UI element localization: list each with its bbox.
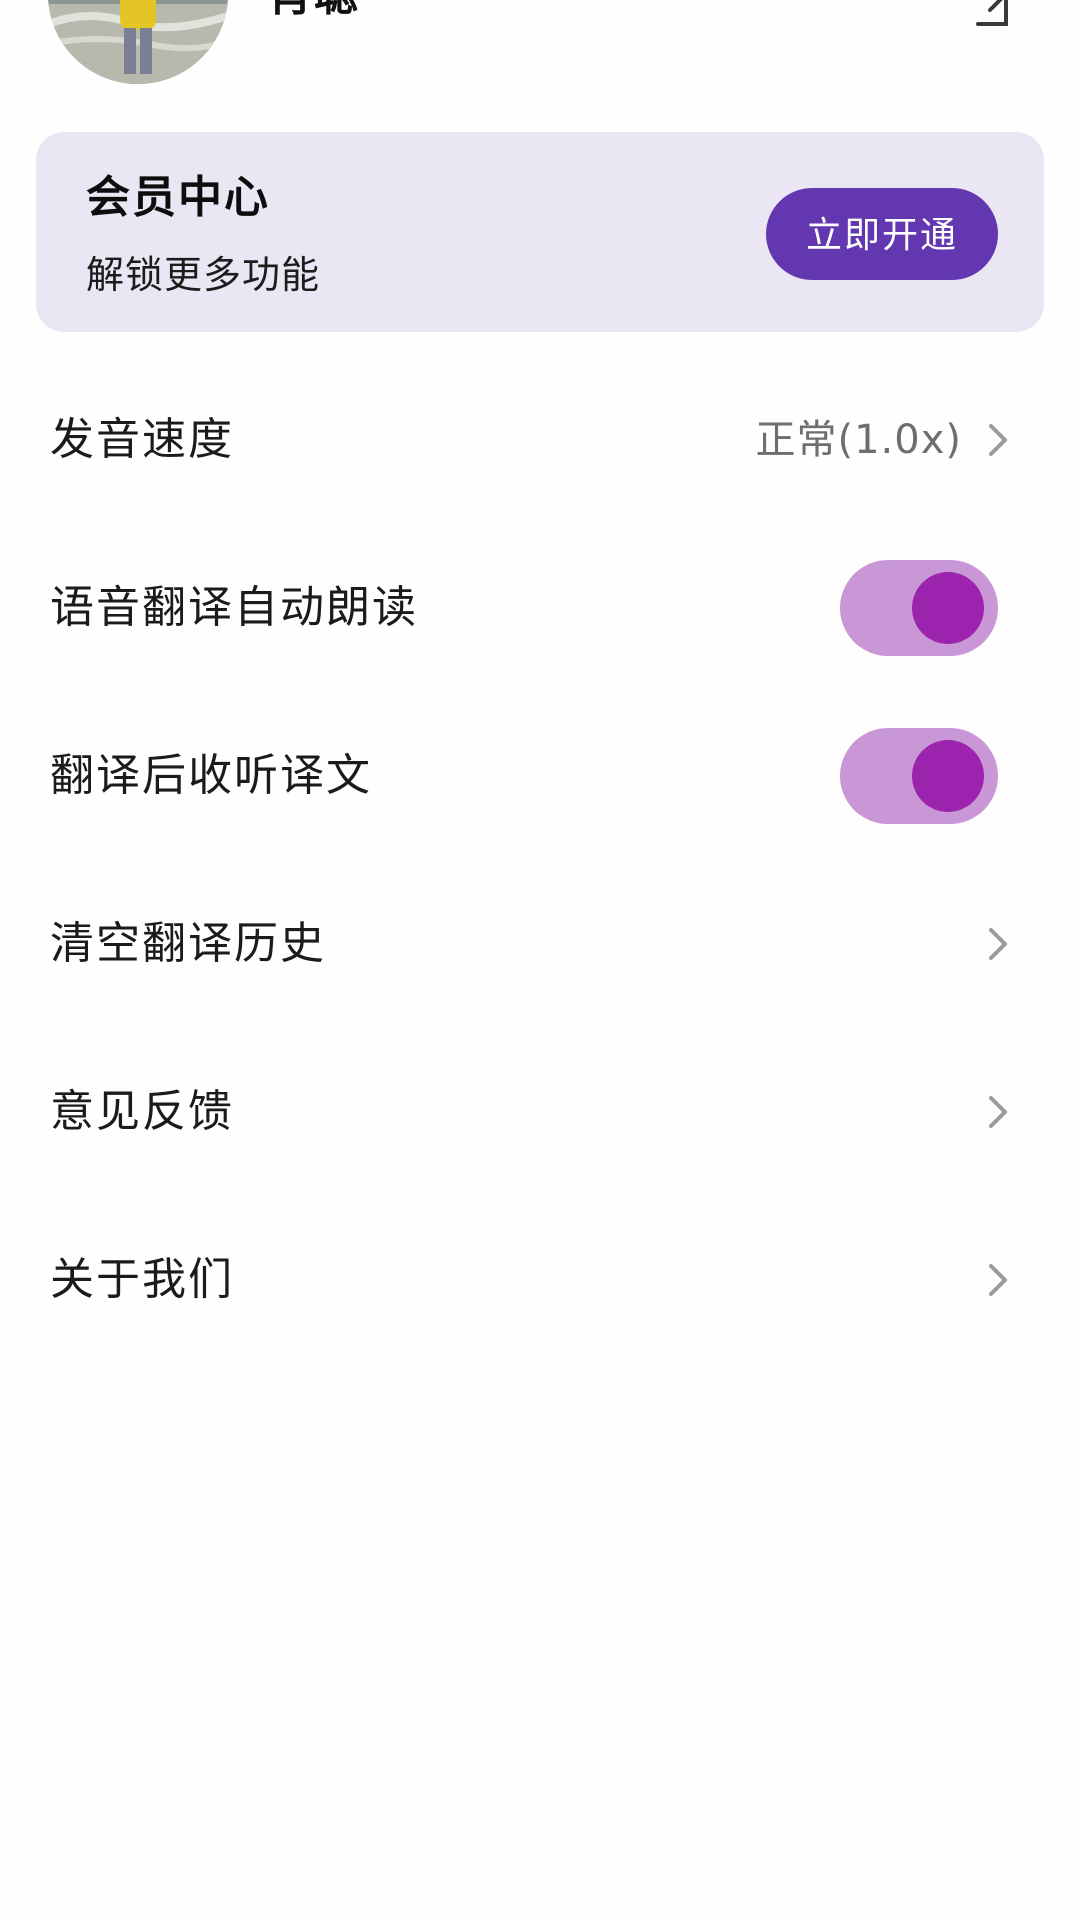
settings-list: 发音速度 正常(1.0x) 语音翻译自动朗读 翻译后收听译文 清空翻译历史 意见… [0, 356, 1080, 1364]
setting-label: 关于我们 [50, 1254, 234, 1305]
chevron-right-icon [989, 1096, 1007, 1128]
setting-row-clear-history[interactable]: 清空翻译历史 [0, 860, 1080, 1028]
chevron-right-icon [989, 424, 1007, 456]
member-center-subtitle: 解锁更多功能 [86, 253, 321, 297]
settings-page: 肖聪 会员中心 解锁更多功能 立即开通 发音速度 正常(1.0x) 语音翻译自动… [0, 0, 1080, 1920]
listen-translation-toggle[interactable] [840, 728, 998, 824]
setting-row-feedback[interactable]: 意见反馈 [0, 1028, 1080, 1196]
chevron-right-icon [989, 928, 1007, 960]
profile-header: 肖聪 [0, 0, 1080, 100]
member-center-card[interactable]: 会员中心 解锁更多功能 立即开通 [36, 132, 1044, 332]
avatar[interactable] [48, 0, 228, 84]
setting-label: 语音翻译自动朗读 [50, 582, 418, 633]
setting-label: 清空翻译历史 [50, 918, 326, 969]
toggle-knob [912, 572, 984, 644]
toggle-knob [912, 740, 984, 812]
edit-icon[interactable] [968, 0, 1016, 28]
setting-label: 发音速度 [50, 414, 234, 465]
username: 肖聪 [268, 0, 360, 18]
auto-read-toggle[interactable] [840, 560, 998, 656]
setting-label: 意见反馈 [50, 1086, 234, 1137]
avatar-photo-icon [48, 0, 228, 84]
setting-label: 翻译后收听译文 [50, 750, 372, 801]
setting-row-speech-speed[interactable]: 发音速度 正常(1.0x) [0, 356, 1080, 524]
setting-row-about-us[interactable]: 关于我们 [0, 1196, 1080, 1364]
setting-row-listen-translation: 翻译后收听译文 [0, 692, 1080, 860]
member-center-title: 会员中心 [86, 172, 270, 223]
chevron-right-icon [989, 1264, 1007, 1296]
activate-now-button[interactable]: 立即开通 [766, 188, 998, 280]
setting-row-auto-read: 语音翻译自动朗读 [0, 524, 1080, 692]
setting-value: 正常(1.0x) [755, 417, 962, 463]
